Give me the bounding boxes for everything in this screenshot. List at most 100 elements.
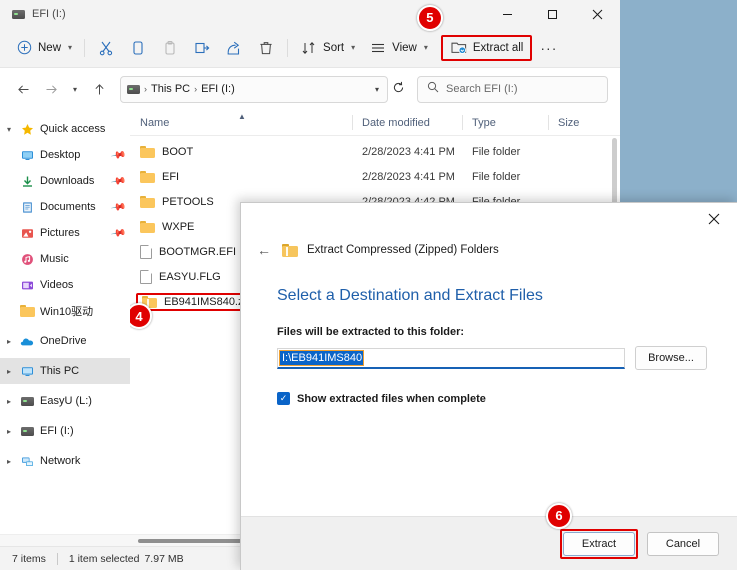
sidebar-item-desktop[interactable]: Desktop 📌 [0,142,130,168]
close-icon[interactable] [575,0,620,28]
table-row[interactable]: BOOT 2/28/2023 4:41 PM File folder [130,139,620,164]
sidebar-item-quick-access[interactable]: ▾ Quick access [0,116,130,142]
cut-button[interactable] [90,33,122,63]
column-headers: Name ▲ Date modified Type Size [130,110,620,136]
sidebar-item-network[interactable]: ▸ Network [0,448,130,474]
column-header-date-modified[interactable]: Date modified [352,110,462,135]
show-extracted-files-checkbox-row[interactable]: ✓ Show extracted files when complete [277,392,707,405]
pin-icon[interactable]: 📌 [110,199,127,215]
folder-icon [140,195,155,208]
drive-icon [12,9,25,19]
file-date: 2/28/2023 4:41 PM [362,170,455,183]
column-header-size[interactable]: Size [548,110,608,135]
selection-size: 7.97 MB [144,552,184,565]
paste-button[interactable] [154,33,186,63]
sidebar-item-win10-driver[interactable]: Win10驱动 [0,298,130,324]
chevron-down-icon[interactable]: ▾ [375,85,381,94]
sidebar-item-label: Documents [40,201,96,213]
scissors-icon [97,39,115,57]
back-button[interactable] [10,76,36,102]
up-button[interactable] [86,76,112,102]
copy-button[interactable] [122,33,154,63]
folder-icon [140,145,155,158]
pin-icon[interactable]: 📌 [110,173,127,189]
column-header-label: Name [140,116,170,129]
sidebar-item-downloads[interactable]: Downloads 📌 [0,168,130,194]
browse-button[interactable]: Browse... [635,346,707,370]
dialog-caption: Extract Compressed (Zipped) Folders [307,244,499,256]
chevron-right-icon[interactable]: ▸ [0,367,18,376]
sort-button-label: Sort [323,41,345,54]
extract-all-button[interactable]: Extract all [440,34,533,61]
destination-row: I:\EB941IMS840 Browse... [277,346,707,370]
checkbox[interactable]: ✓ [277,392,290,405]
list-lines-icon [369,39,387,57]
navigation-pane: ▾ Quick access Desktop 📌 Downloads 📌 Doc… [0,110,130,534]
search-input[interactable]: Search EFI (I:) [446,83,518,95]
sidebar-item-videos[interactable]: Videos [0,272,130,298]
copy-icon [129,39,147,57]
sidebar-item-music[interactable]: Music [0,246,130,272]
sidebar-item-label: Network [40,455,81,467]
address-bar[interactable]: › This PC › EFI (I:) ▾ [120,75,388,103]
sidebar-item-this-pc[interactable]: ▸ This PC [0,358,130,384]
caret-up-icon: ▲ [238,112,246,121]
sidebar-item-onedrive[interactable]: ▸ OneDrive [0,328,130,354]
share-button[interactable] [218,33,250,63]
breadcrumb-item-efi[interactable]: EFI (I:) [201,83,235,95]
chevron-right-icon[interactable]: ▸ [0,427,18,436]
chevron-down-icon[interactable]: ▾ [0,125,18,134]
new-button[interactable]: New ▾ [8,33,79,63]
close-icon[interactable] [691,203,737,234]
folder-icon [140,220,155,233]
sidebar-item-easyu-l[interactable]: ▸ EasyU (L:) [0,388,130,414]
column-header-label: Size [558,116,580,129]
column-header-type[interactable]: Type [462,110,548,135]
cancel-button[interactable]: Cancel [647,531,719,556]
sidebar-item-documents[interactable]: Documents 📌 [0,194,130,220]
table-row[interactable]: EFI 2/28/2023 4:41 PM File folder [130,164,620,189]
window-controls [485,0,620,28]
sidebar-item-label: Music [40,253,69,265]
checkbox-label: Show extracted files when complete [297,392,486,405]
sort-button[interactable]: Sort ▾ [293,33,362,63]
rename-icon [193,39,211,57]
chevron-down-icon: ▾ [351,43,356,52]
breadcrumb-separator: › [144,84,147,94]
file-name: EB941IMS840.zip [164,295,253,308]
column-header-label: Date modified [362,116,430,129]
sidebar-item-efi-i[interactable]: ▸ EFI (I:) [0,418,130,444]
search-box[interactable]: Search EFI (I:) [417,75,608,103]
refresh-button[interactable] [392,81,405,97]
step-badge-6: 6 [546,502,572,529]
overflow-menu-button[interactable]: ··· [532,40,565,56]
chevron-down-icon: ▾ [68,43,73,52]
pin-icon[interactable]: 📌 [110,225,127,241]
pin-icon[interactable]: 📌 [110,147,127,163]
plus-circle-icon [15,39,33,57]
breadcrumb-item-this-pc[interactable]: This PC [151,83,190,95]
arrow-left-icon[interactable]: ← [255,242,273,258]
view-button[interactable]: View ▾ [362,33,435,63]
maximize-icon[interactable] [530,0,575,28]
minimize-icon[interactable] [485,0,530,28]
zip-folder-icon [282,243,298,257]
sidebar-item-label: Pictures [40,227,80,239]
step-badge-5: 5 [416,4,443,31]
forward-button[interactable] [38,76,64,102]
chevron-right-icon[interactable]: ▸ [0,337,18,346]
dialog-body: Select a Destination and Extract Files F… [241,263,737,516]
selection-count: 1 item selected [68,552,140,565]
drive-icon [127,84,140,94]
delete-button[interactable] [250,33,282,63]
destination-path-input[interactable]: I:\EB941IMS840 [277,347,625,369]
sidebar-item-pictures[interactable]: Pictures 📌 [0,220,130,246]
column-header-name[interactable]: Name ▲ [130,110,352,135]
rename-button[interactable] [186,33,218,63]
extract-button[interactable]: Extract [563,531,635,556]
extract-compressed-folders-dialog: ← Extract Compressed (Zipped) Folders Se… [240,202,737,570]
network-icon [18,455,36,468]
recent-locations-button[interactable]: ▾ [66,76,84,102]
chevron-right-icon[interactable]: ▸ [0,397,18,406]
chevron-right-icon[interactable]: ▸ [0,457,18,466]
